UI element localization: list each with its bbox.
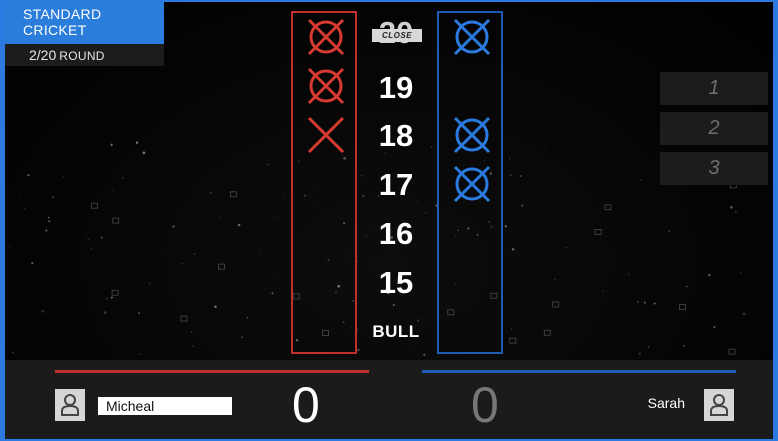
player2-score: 0 — [471, 377, 499, 433]
scoreboard-bar: Micheal 0 0 Sarah — [5, 360, 773, 439]
round-count: 2/20 — [29, 47, 57, 63]
closed-badge: CLOSE — [372, 29, 422, 42]
round-label: ROUND — [59, 49, 105, 63]
player1-mark-19 — [307, 67, 345, 105]
player1-mark-20 — [307, 18, 345, 56]
dart-slot-2: 2 — [660, 112, 768, 145]
round-indicator: 2/20 ROUND — [5, 44, 164, 66]
game-mode-panel: STANDARD CRICKET — [5, 2, 164, 44]
game-mode-title: STANDARD CRICKET — [23, 6, 102, 38]
number-16: 16 — [378, 216, 414, 251]
player1-name-field[interactable]: Micheal — [98, 397, 232, 415]
player1-avatar[interactable] — [55, 389, 85, 421]
dart-slot-3: 3 — [660, 152, 768, 185]
game-stage: STANDARD CRICKET 2/20ROUND 2 0 CLOSE 19 1… — [0, 0, 778, 441]
user-icon — [710, 394, 728, 416]
number-19: 19 — [378, 70, 414, 105]
number-17: 17 — [378, 167, 414, 202]
player2-mark-17 — [453, 165, 491, 203]
player1-mark-18 — [307, 116, 345, 154]
player2-mark-18 — [453, 116, 491, 154]
player2-color-bar — [422, 370, 736, 373]
player2-name: Sarah — [647, 395, 685, 411]
user-icon — [61, 394, 79, 416]
number-bull: BULL — [372, 322, 420, 341]
dart-slot-1: 1 — [660, 72, 768, 105]
number-15: 15 — [378, 265, 414, 300]
player1-marks-column — [291, 11, 357, 354]
number-18: 18 — [378, 118, 414, 153]
player1-color-bar — [55, 370, 369, 373]
player1-score: 0 — [292, 377, 320, 433]
player2-avatar[interactable] — [704, 389, 734, 421]
player2-mark-20 — [453, 18, 491, 56]
